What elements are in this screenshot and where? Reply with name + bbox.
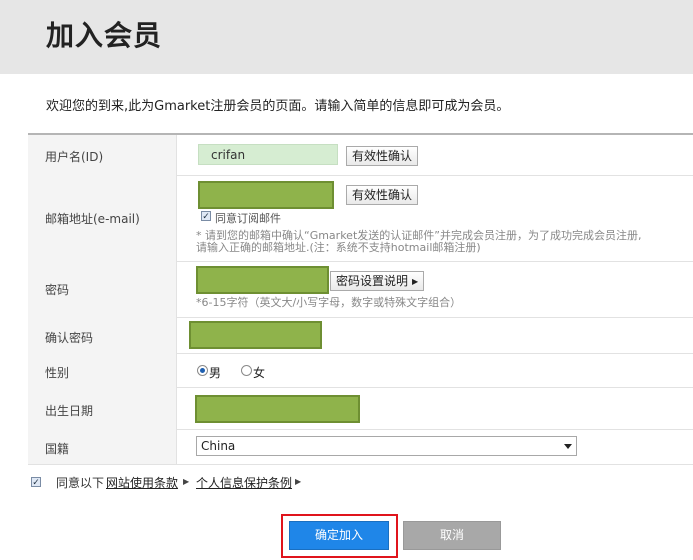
nationality-value: China: [201, 439, 236, 453]
page-header: 加入会员: [0, 0, 693, 74]
birthdate-input[interactable]: [195, 395, 360, 423]
gender-female-radio[interactable]: [241, 365, 252, 376]
privacy-link[interactable]: 个人信息保护条例: [196, 474, 292, 491]
password-row: 密码 密码设置说明 ▶ *6-15字符（英文大/小写字母，数字或特殊文字组合）: [28, 261, 693, 318]
chevron-down-icon: [564, 444, 572, 449]
password-input[interactable]: [196, 266, 329, 294]
gender-label: 性别: [28, 353, 177, 387]
username-label: 用户名(ID): [28, 135, 177, 175]
agreement-prefix: 同意以下: [56, 476, 105, 490]
confirm-password-input[interactable]: [189, 321, 322, 349]
username-row: 用户名(ID) crifan 有效性确认: [28, 135, 693, 176]
gender-male-label: 男: [209, 366, 222, 380]
gender-row: 性别 男 女: [28, 353, 693, 388]
welcome-text: 欢迎您的到来,此为Gmarket注册会员的页面。请输入简单的信息即可成为会员。: [46, 99, 510, 114]
confirm-password-label: 确认密码: [28, 317, 177, 353]
email-label: 邮箱地址(e-mail): [28, 175, 177, 261]
confirm-join-button[interactable]: 确定加入: [289, 521, 389, 550]
gender-female-label: 女: [253, 366, 266, 380]
password-hint: *6-15字符（英文大/小写字母，数字或特殊文字组合）: [196, 296, 462, 309]
terms-link[interactable]: 网站使用条款: [106, 474, 178, 491]
password-help-button[interactable]: 密码设置说明 ▶: [330, 271, 425, 291]
nationality-select[interactable]: China: [196, 436, 577, 456]
email-row: 邮箱地址(e-mail) 有效性确认 ✓ 同意订阅邮件 * 请到您的邮箱中确认“…: [28, 175, 693, 262]
signup-form: 用户名(ID) crifan 有效性确认 邮箱地址(e-mail) 有效性确认 …: [28, 133, 693, 465]
cancel-button[interactable]: 取消: [403, 521, 501, 550]
subscribe-label: 同意订阅邮件: [215, 212, 281, 225]
confirm-password-row: 确认密码: [28, 317, 693, 354]
subscribe-checkbox[interactable]: ✓: [201, 211, 211, 222]
password-label: 密码: [28, 261, 177, 317]
agreement-checkbox[interactable]: ✓: [31, 477, 41, 488]
username-check-button[interactable]: 有效性确认: [346, 146, 419, 166]
terms-arrow-icon: ▶: [183, 477, 190, 486]
email-hint-line2: 请输入正确的邮箱地址.(注：系统不支持hotmail邮箱注册): [196, 241, 481, 254]
email-input[interactable]: [198, 181, 334, 209]
username-input[interactable]: crifan: [198, 144, 338, 165]
birthdate-label: 出生日期: [28, 387, 177, 429]
gender-male-radio[interactable]: [197, 365, 208, 376]
birthdate-row: 出生日期: [28, 387, 693, 430]
privacy-arrow-icon: ▶: [295, 477, 302, 486]
page-title: 加入会员: [46, 19, 163, 52]
nationality-row: 国籍 China: [28, 429, 693, 465]
nationality-label: 国籍: [28, 429, 177, 464]
email-check-button[interactable]: 有效性确认: [346, 185, 419, 205]
